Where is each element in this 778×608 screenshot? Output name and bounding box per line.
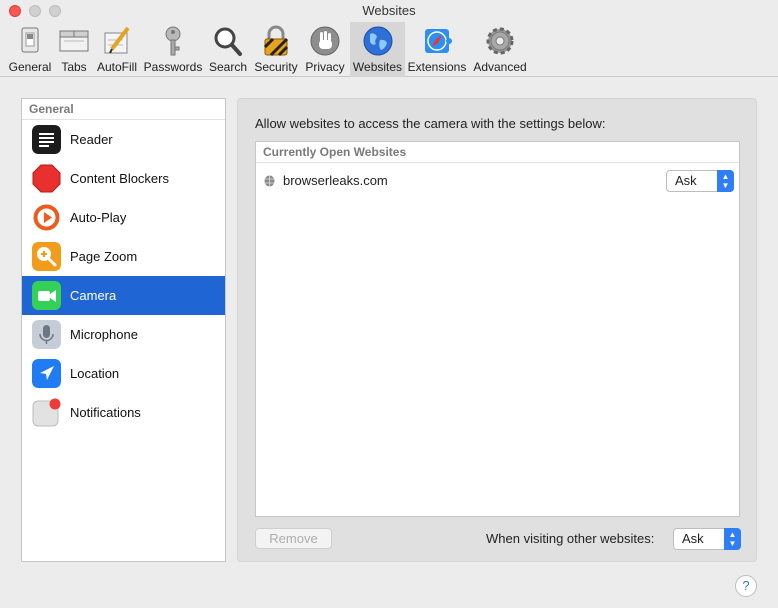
extensions-icon <box>425 29 452 53</box>
camera-icon <box>32 281 61 310</box>
toolbar-extensions-button[interactable]: Extensions <box>407 22 467 77</box>
play-icon <box>33 204 60 231</box>
magnifier-icon <box>214 27 242 56</box>
sidebar-item-label: Content Blockers <box>70 171 169 186</box>
hand-icon <box>310 26 340 56</box>
chevron-updown-icon: ▲ ▼ <box>724 528 741 550</box>
toolbar-label: Extensions <box>407 60 467 74</box>
toolbar-websites-button[interactable]: Websites <box>350 22 405 77</box>
sidebar-item-label: Reader <box>70 132 113 147</box>
key-icon <box>165 26 181 56</box>
sidebar-item-location[interactable]: Location <box>22 354 225 393</box>
location-arrow-icon <box>32 359 61 388</box>
toolbar-label: Passwords <box>143 60 203 74</box>
toolbar: General Tabs AutoFill Passwords Search S… <box>0 22 778 77</box>
toolbar-label: General <box>8 60 52 74</box>
tabs-icon <box>59 30 89 52</box>
sidebar-item-label: Camera <box>70 288 117 303</box>
other-websites-label: When visiting other websites: <box>486 531 655 546</box>
toolbar-search-button[interactable]: Search <box>206 22 250 77</box>
select-value: Ask <box>682 531 704 546</box>
chevron-updown-icon: ▲ ▼ <box>717 170 734 192</box>
toolbar-general-button[interactable]: General <box>6 22 54 77</box>
general-icon <box>21 27 39 53</box>
sidebar: General Reader Content Blockers Auto-Pla… <box>21 98 226 562</box>
toolbar-label: Websites <box>352 60 403 74</box>
padlock-icon <box>263 25 289 57</box>
microphone-icon <box>32 320 61 349</box>
sidebar-item-label: Page Zoom <box>70 249 138 264</box>
main-panel: Allow websites to access the camera with… <box>237 98 757 562</box>
other-websites-setting-select[interactable]: Ask ▲ ▼ <box>673 528 741 550</box>
toolbar-label: Privacy <box>305 60 345 74</box>
gear-icon <box>486 27 514 55</box>
title-bar: Websites <box>0 0 778 22</box>
sidebar-item-auto-play[interactable]: Auto-Play <box>22 198 225 237</box>
sidebar-item-label: Notifications <box>70 405 141 420</box>
toolbar-privacy-button[interactable]: Privacy <box>302 22 348 77</box>
camera-description: Allow websites to access the camera with… <box>255 116 606 131</box>
stop-sign-icon <box>32 164 61 193</box>
window-title: Websites <box>362 3 416 18</box>
sidebar-item-label: Microphone <box>70 327 138 342</box>
remove-button[interactable]: Remove <box>255 528 332 549</box>
zoom-icon <box>32 242 61 271</box>
table-row[interactable]: browserleaks.com Ask ▲ ▼ <box>256 163 739 199</box>
autofill-icon <box>104 26 130 54</box>
toolbar-label: Advanced <box>473 60 527 74</box>
toolbar-autofill-button[interactable]: AutoFill <box>94 22 140 77</box>
toolbar-label: Security <box>254 60 298 74</box>
sidebar-item-notifications[interactable]: Notifications <box>22 393 225 432</box>
sidebar-header: General <box>22 99 225 120</box>
toolbar-passwords-button[interactable]: Passwords <box>142 22 204 77</box>
sidebar-item-reader[interactable]: Reader <box>22 120 225 159</box>
toolbar-label: Tabs <box>61 60 87 74</box>
help-button[interactable]: ? <box>735 575 757 597</box>
close-button[interactable] <box>9 5 21 17</box>
open-websites-table[interactable]: Currently Open Websites browserleaks.com… <box>255 141 740 517</box>
sidebar-item-camera[interactable]: Camera <box>22 276 225 315</box>
site-name: browserleaks.com <box>283 173 388 188</box>
globe-icon <box>363 26 392 56</box>
window-controls <box>9 5 61 17</box>
preferences-window: Websites General Tabs AutoFill Passwords… <box>0 0 778 608</box>
toolbar-label: AutoFill <box>96 60 137 74</box>
toolbar-advanced-button[interactable]: Advanced <box>470 22 530 77</box>
site-camera-setting-select[interactable]: Ask ▲ ▼ <box>666 170 734 192</box>
sidebar-item-microphone[interactable]: Microphone <box>22 315 225 354</box>
notifications-icon <box>32 398 61 427</box>
sidebar-item-content-blockers[interactable]: Content Blockers <box>22 159 225 198</box>
site-favicon-icon <box>264 175 275 187</box>
minimize-button[interactable] <box>29 5 41 17</box>
toolbar-label: Search <box>208 60 248 74</box>
zoom-button[interactable] <box>49 5 61 17</box>
select-value: Ask <box>675 173 697 188</box>
toolbar-tabs-button[interactable]: Tabs <box>54 22 94 77</box>
sidebar-item-page-zoom[interactable]: Page Zoom <box>22 237 225 276</box>
toolbar-security-button[interactable]: Security <box>252 22 300 77</box>
sidebar-item-label: Location <box>70 366 120 381</box>
reader-icon <box>32 125 61 154</box>
sidebar-item-label: Auto-Play <box>70 210 127 225</box>
table-header: Currently Open Websites <box>256 142 739 163</box>
